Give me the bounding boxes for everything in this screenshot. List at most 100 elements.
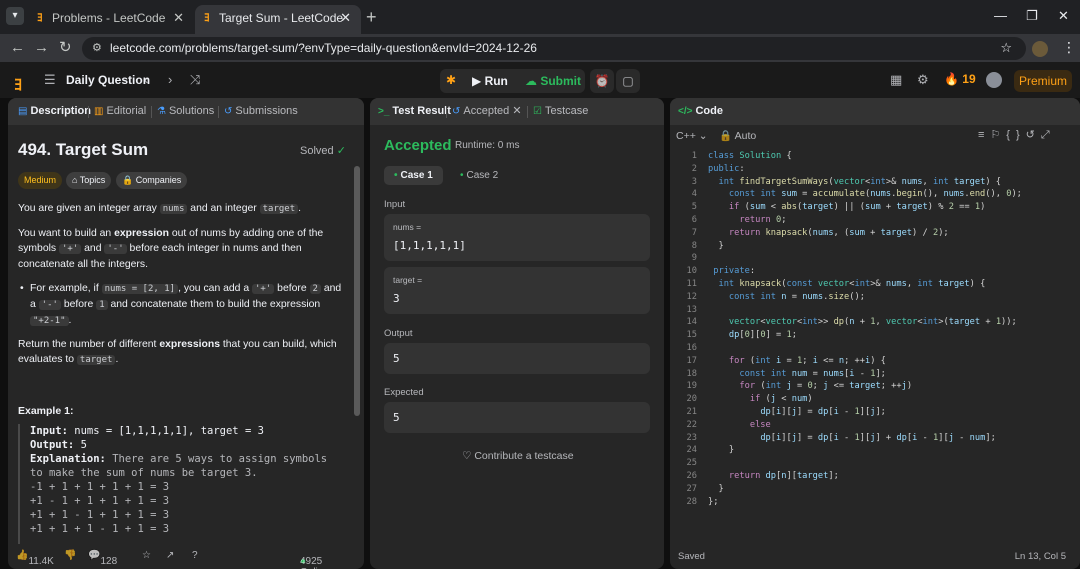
editor-toolbar: ≡⚐{}↺⤢ [978,128,1056,142]
contribute-testcase-link[interactable]: ♡ Contribute a testcase [462,450,574,462]
close-tab-icon[interactable]: ✕ [173,5,184,31]
debug-icon[interactable]: ✱ [446,73,456,87]
close-window-button[interactable]: ✕ [1058,8,1069,24]
expected-value: 5 [393,411,400,424]
tab-search-icon[interactable]: ▾ [6,7,24,25]
shuffle-icon[interactable]: ⤨ [190,72,200,88]
share-icon[interactable]: ↗ [166,550,174,561]
input-label: Input [384,199,406,210]
problem-title[interactable]: 494. Target Sum [18,140,148,160]
checkbox-icon: ☑ [533,106,542,117]
browser-tab-bar: ▾ ﾖ Problems - LeetCode ✕ ﾖ Target Sum -… [0,0,1080,34]
output-label: Output [384,328,413,339]
timer-icon[interactable]: ⏰ [590,69,614,93]
settings-gear-icon[interactable]: ⚙ [917,72,929,88]
problem-list-icon[interactable]: ☰ [44,72,56,88]
minimize-button[interactable]: — [994,8,1007,23]
site-info-icon[interactable]: ⚙ [92,41,102,54]
tab-label: Solutions [168,105,215,117]
heart-icon: ♡ [462,450,472,462]
nums-label: nums = [393,222,422,232]
solved-label: Solved [300,145,334,157]
leetcode-navbar: ﾖ ☰ Daily Question ‹ › ⤨ ✱ ▶ Run ☁ Submi… [0,62,1080,98]
leetcode-favicon-icon: ﾖ [204,12,210,24]
submit-button[interactable]: ☁ Submit [525,69,581,93]
tab-accepted[interactable]: ↺ Accepted ✕ [452,98,522,125]
tab-testcase[interactable]: ☑ Testcase [533,98,588,125]
leetcode-favicon-icon: ﾖ [37,12,43,24]
editorial-icon: ▥ [94,106,104,117]
format-icon[interactable]: ≡ [978,129,990,141]
editor-footer: Saved Ln 13, Col 5 [670,544,1080,569]
streak-counter[interactable]: 🔥 19 [944,72,976,86]
difficulty-badge[interactable]: Medium [18,172,63,189]
layout-icon[interactable]: ▦ [890,72,902,88]
topics-tag[interactable]: ⌂ Topics [66,172,112,189]
tab-title: Problems - LeetCode [52,11,166,25]
notes-icon[interactable]: ▢ [616,69,640,93]
check-circle-icon: ✓ [336,145,346,157]
tab-code[interactable]: </> Code [678,98,723,125]
back-icon[interactable]: ← [10,39,25,57]
example-bullet: • For example, if nums = [2, 1], you can … [20,283,342,326]
submissions-icon: ↺ [224,106,233,117]
comments-button[interactable]: 💬 128 [88,550,117,567]
output-field: 5 [384,343,650,374]
tab-label: Test Result [392,105,451,117]
lock-icon: 🔒 [719,130,733,142]
case-2-tab[interactable]: • Case 2 [450,166,508,185]
output-value: 5 [393,352,400,365]
browser-tab-problems[interactable]: ﾖ Problems - LeetCode ✕ [28,5,194,34]
reset-icon[interactable]: ↺ [1026,129,1041,141]
new-tab-button[interactable]: + [366,7,377,27]
tab-label: Submissions [235,105,298,117]
tag-icon: ⌂ [72,175,78,185]
user-avatar[interactable] [986,72,1002,88]
premium-button[interactable]: Premium [1014,70,1072,92]
run-button[interactable]: ▶ Run [472,69,508,93]
next-problem-icon[interactable]: › [168,72,172,87]
tab-editorial[interactable]: ▥ Editorial [94,98,146,125]
language-selector[interactable]: C++ ⌄ 🔒 Auto [676,129,756,142]
close-tab-icon[interactable]: ✕ [340,5,351,31]
tab-description[interactable]: ▤ Description [18,98,91,125]
browser-tab-target-sum[interactable]: ﾖ Target Sum - LeetCode ✕ [195,5,361,34]
daily-question-link[interactable]: Daily Question [66,73,150,87]
code-brackets-icon: </> [678,106,693,117]
restore-button[interactable]: ❐ [1026,8,1038,24]
streak-count: 19 [962,72,976,86]
submit-label: Submit [540,74,582,88]
tab-submissions[interactable]: ↺ Submissions [224,98,298,125]
favorite-star-icon[interactable]: ☆ [142,550,151,561]
url-input[interactable]: ⚙ leetcode.com/problems/target-sum/?envT… [82,37,1026,60]
reload-icon[interactable]: ↻ [59,39,72,57]
bookmark-star-icon[interactable]: ☆ [1000,40,1012,56]
help-icon[interactable]: ? [192,550,198,561]
code-editor[interactable]: 1 class Solution { 2 public: 3 int findTar… [670,150,1080,508]
nums-value: [1,1,1,1,1] [393,239,466,252]
target-field[interactable]: target = 3 [384,267,650,314]
prev-problem-icon[interactable]: ‹ [144,72,148,87]
companies-tag[interactable]: 🔒 Companies [116,172,188,189]
bookmark-icon[interactable]: ⚐ [990,129,1006,141]
tab-solutions[interactable]: ⚗ Solutions [157,98,214,125]
browser-menu-icon[interactable]: ⋮ [1062,39,1076,56]
fullscreen-icon[interactable]: ⤢ [1041,129,1056,141]
description-footer: 👍 11.4K 👎 💬 128 ☆ ↗ ? ● 4925 Online [16,550,329,569]
solved-status: Solved ✓ [300,144,346,157]
leetcode-logo-icon[interactable]: ﾖ [14,71,22,95]
close-tab-icon[interactable]: ✕ [512,105,521,117]
tab-test-result[interactable]: >_ Test Result [378,98,451,125]
braces-icon[interactable]: {} [1006,129,1025,141]
example-block: Input: nums = [1,1,1,1,1], target = 3 Ou… [18,424,344,544]
profile-avatar[interactable] [1032,41,1048,57]
case-1-tab[interactable]: • Case 1 [384,166,443,185]
pass-dot-icon: • [394,170,398,181]
forward-icon[interactable]: → [34,39,49,57]
like-button[interactable]: 👍 11.4K [16,550,54,567]
example-title: Example 1: [18,405,74,417]
code-editor-panel: </> Code C++ ⌄ 🔒 Auto ≡⚐{}↺⤢ 1 class Solut… [670,98,1080,569]
nums-field[interactable]: nums = [1,1,1,1,1] [384,214,650,261]
description-scrollbar[interactable] [354,166,360,416]
dislike-icon[interactable]: 👎 [64,550,76,561]
